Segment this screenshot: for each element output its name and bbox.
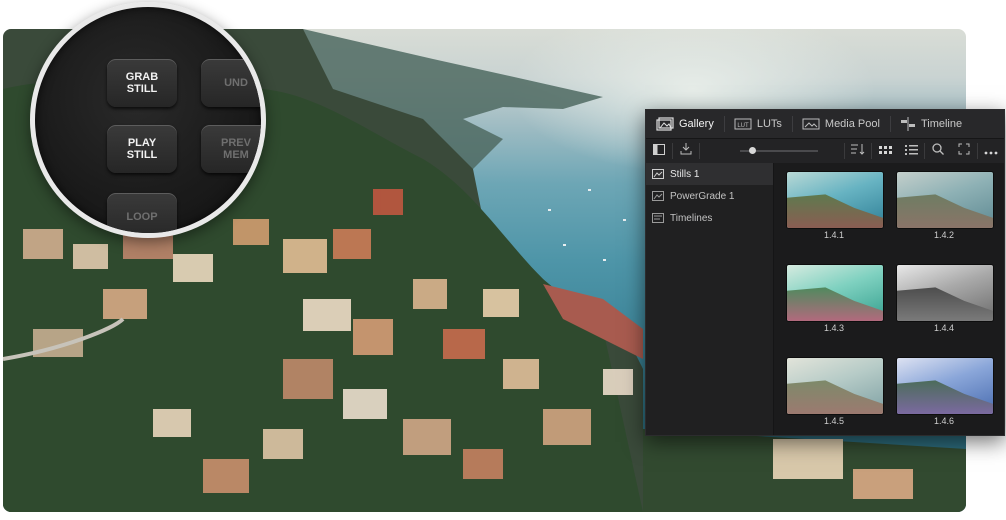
import-button[interactable] <box>673 139 699 163</box>
tab-timeline[interactable]: Timeline <box>889 110 972 138</box>
grid-view-button[interactable] <box>872 139 898 163</box>
stills-album-icon <box>652 169 664 179</box>
still-label: 1.4.6 <box>933 416 955 426</box>
list-view-button[interactable] <box>898 139 924 163</box>
thumbnail-size-slider[interactable] <box>740 147 818 154</box>
still-label: 1.4.3 <box>823 323 845 333</box>
expand-icon <box>958 142 970 160</box>
tab-media-pool-label: Media Pool <box>824 118 880 130</box>
still-label: 1.4.1 <box>823 230 845 240</box>
tab-gallery-label: Gallery <box>679 118 714 130</box>
import-icon <box>680 142 692 160</box>
tab-media-pool[interactable]: Media Pool <box>791 110 890 138</box>
expand-button[interactable] <box>951 139 977 163</box>
still-thumbnail[interactable] <box>896 264 994 322</box>
gallery-icon <box>656 117 674 131</box>
prev-mem-key: PREV MEM <box>201 125 261 173</box>
slider-knob[interactable] <box>748 147 756 154</box>
media-pool-icon <box>802 118 820 130</box>
panel-tab-bar: Gallery LUT LUTs Media Pool Timeline <box>646 110 1004 139</box>
still-label: 1.4.2 <box>933 230 955 240</box>
powergrade-album-icon <box>652 191 664 201</box>
toolbar-divider <box>699 143 700 159</box>
tab-luts-label: LUTs <box>756 118 782 130</box>
still-thumbnail[interactable] <box>786 357 884 415</box>
grid-view-icon <box>878 142 892 160</box>
still-thumbnail[interactable] <box>786 171 884 229</box>
sort-button[interactable] <box>845 139 871 163</box>
still-thumbnail[interactable] <box>786 264 884 322</box>
luts-icon: LUT <box>734 118 752 130</box>
album-label: Stills 1 <box>670 168 700 180</box>
album-timelines[interactable]: Timelines <box>646 207 773 229</box>
album-powergrade-1[interactable]: PowerGrade 1 <box>646 185 773 207</box>
play-still-key: PLAY STILL <box>107 125 177 173</box>
list-view-icon <box>904 142 918 160</box>
album-stills-1[interactable]: Stills 1 <box>646 163 773 185</box>
loop-key: LOOP <box>107 193 177 233</box>
tab-timeline-label: Timeline <box>920 118 963 130</box>
undo-key: UND <box>201 59 261 107</box>
album-sidebar: Stills 1 PowerGrade 1 Timelines <box>646 163 774 435</box>
sidebar-toggle-button[interactable] <box>646 139 672 163</box>
still-label: 1.4.5 <box>823 416 845 426</box>
timeline-icon <box>900 117 916 131</box>
tab-luts[interactable]: LUT LUTs <box>723 110 792 138</box>
still-thumbnail[interactable] <box>896 357 994 415</box>
gallery-toolbar <box>646 139 1004 164</box>
keyboard-magnifier: GRAB STILL UND PLAY STILL PREV MEM LOOP <box>30 2 266 238</box>
search-icon <box>932 142 944 160</box>
sort-icon <box>851 142 865 160</box>
still-label: 1.4.4 <box>933 323 955 333</box>
search-button[interactable] <box>925 139 951 163</box>
timelines-album-icon <box>652 213 664 223</box>
grab-still-key: GRAB STILL <box>107 59 177 107</box>
more-options-button[interactable] <box>978 139 1004 163</box>
album-label: Timelines <box>670 212 713 224</box>
more-options-icon <box>984 142 998 160</box>
album-label: PowerGrade 1 <box>670 190 735 202</box>
tab-gallery[interactable]: Gallery <box>646 110 724 138</box>
svg-text:LUT: LUT <box>737 123 749 129</box>
still-thumbnail[interactable] <box>896 171 994 229</box>
gallery-panel: Gallery LUT LUTs Media Pool Timeline Sti… <box>645 109 1005 436</box>
sidebar-toggle-icon <box>653 142 665 160</box>
stills-grid: 1.4.1 1.4.2 1.4.3 1.4.4 1.4.5 1.4.6 <box>774 163 1004 435</box>
